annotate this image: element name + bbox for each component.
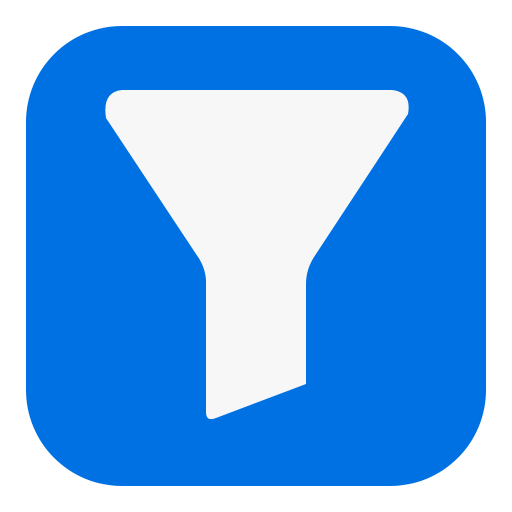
filter-funnel-icon[interactable] — [26, 26, 486, 486]
canvas — [0, 0, 512, 512]
